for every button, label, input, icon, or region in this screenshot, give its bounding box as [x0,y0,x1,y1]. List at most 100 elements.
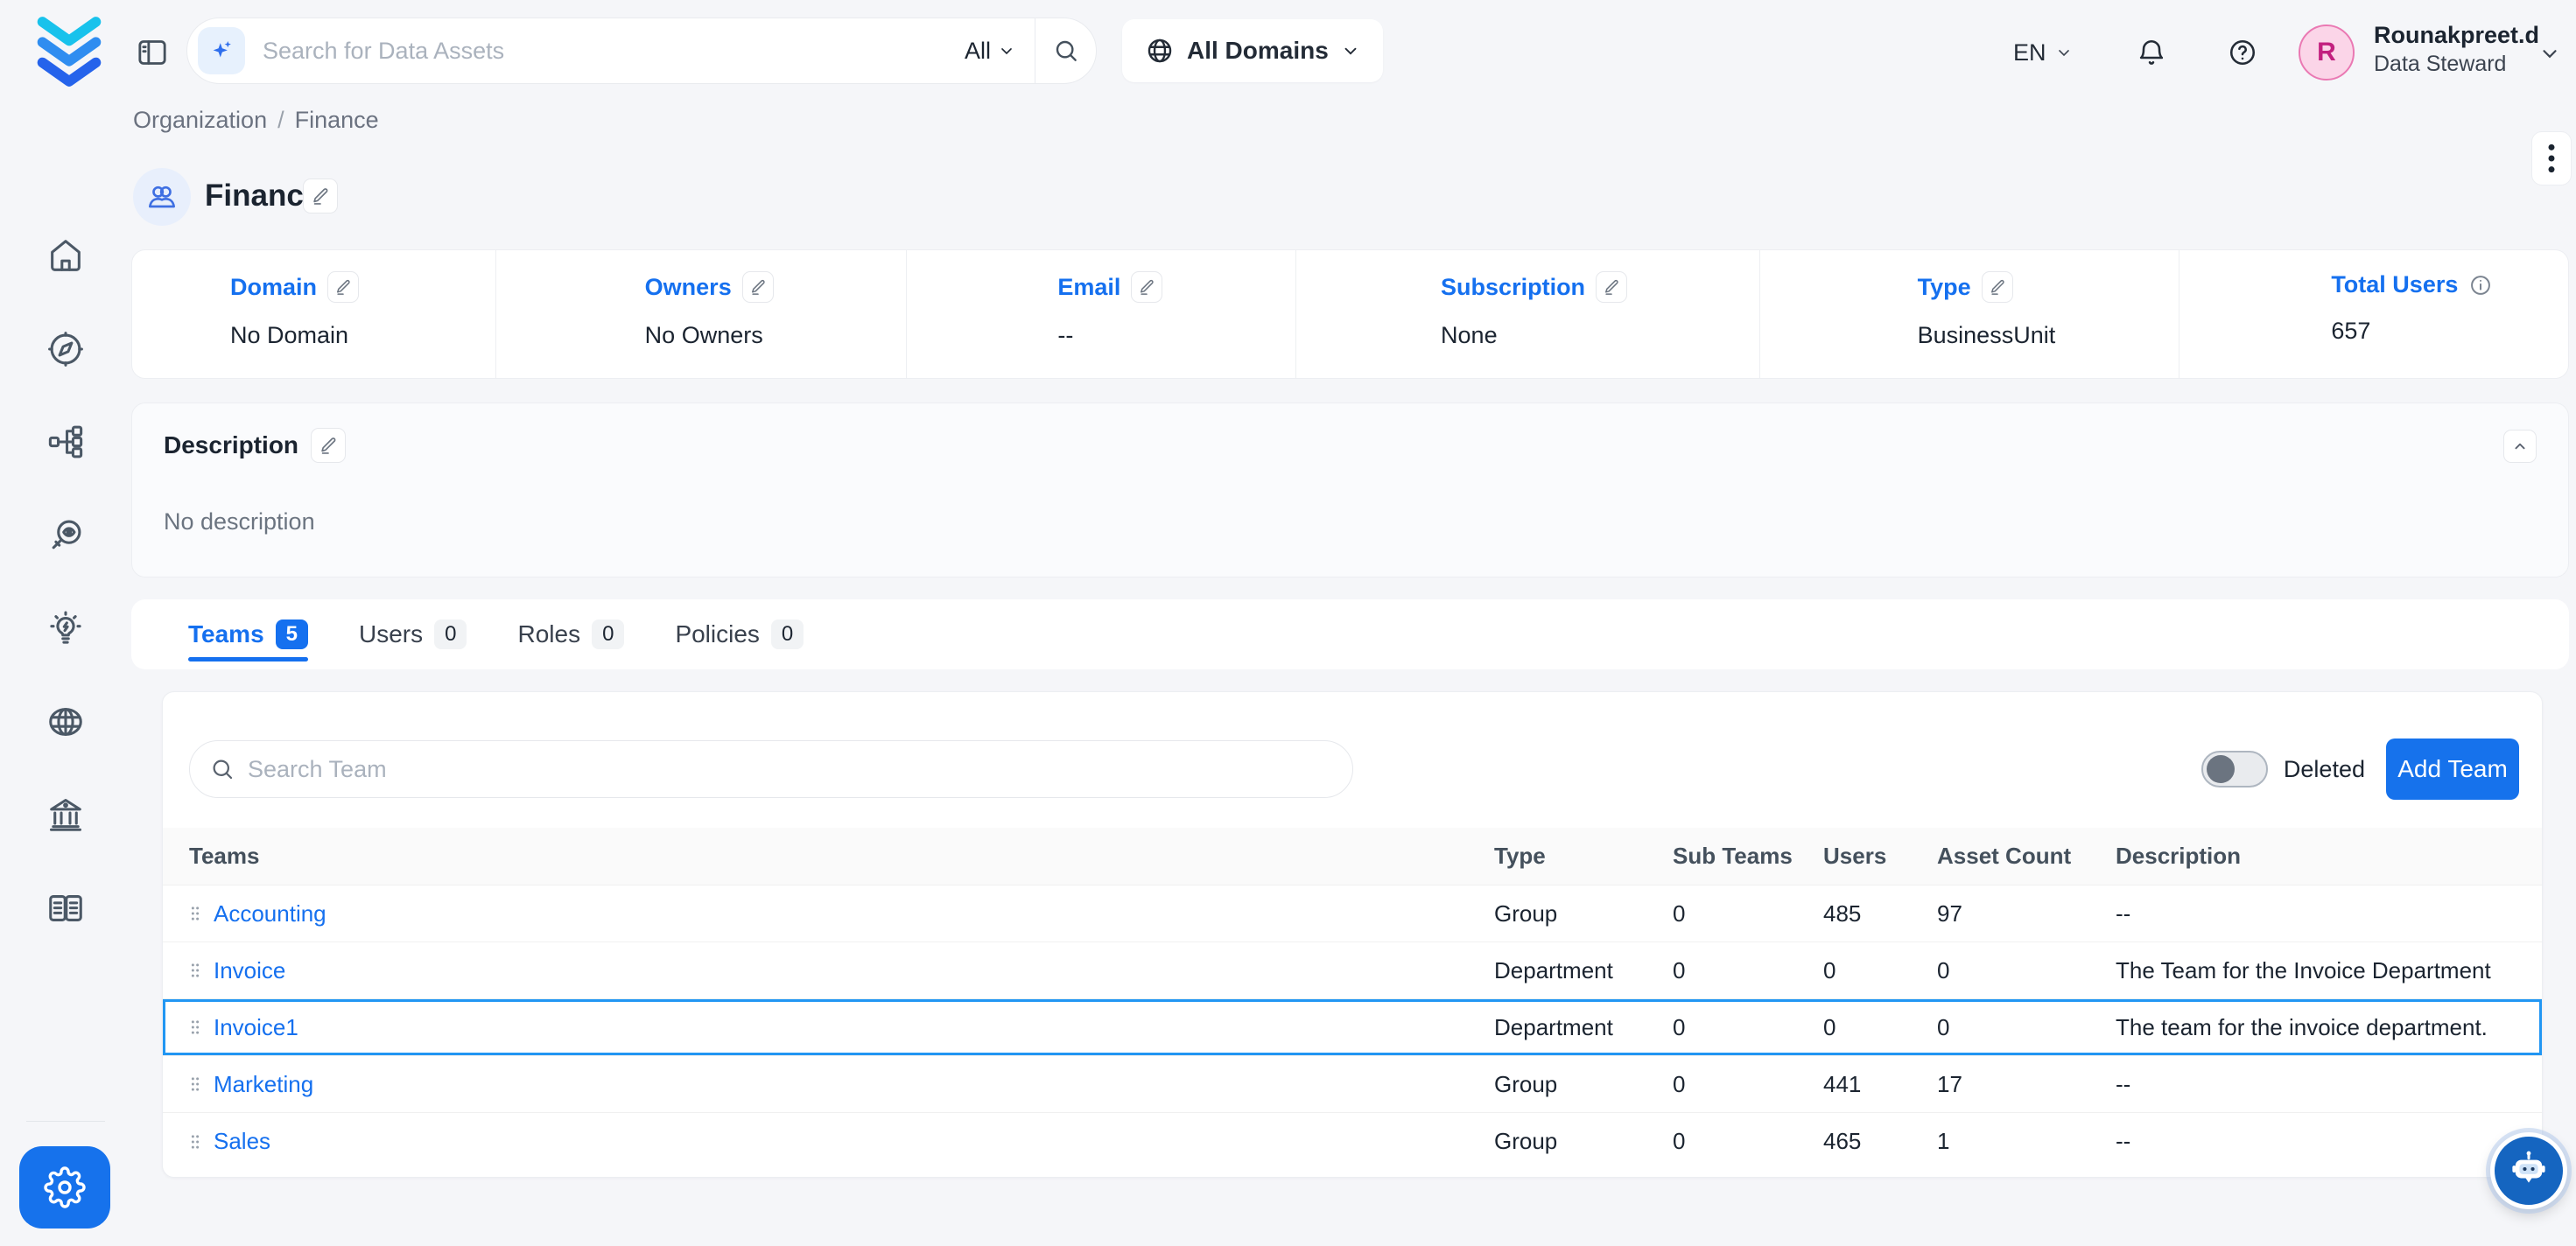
column-header-teams: Teams [163,843,1494,870]
tab-policies[interactable]: Policies 0 [675,599,804,669]
language-value: EN [2013,39,2046,66]
field-label: Email [1057,274,1120,301]
search-scope-dropdown[interactable]: All [965,38,1035,65]
deleted-toggle[interactable] [2201,751,2268,788]
sidebar-toggle-icon[interactable] [135,35,170,70]
cell-asset-count: 0 [1937,1014,2116,1041]
compass-icon [46,329,86,369]
tab-users[interactable]: Users 0 [359,599,467,669]
team-link-marketing[interactable]: Marketing [214,1071,313,1098]
home-icon [46,235,86,276]
table-row-accounting: AccountingGroup048597-- [163,886,2542,942]
field-value: No Domain [230,322,495,349]
drag-handle-icon[interactable] [189,904,201,923]
edit-description-button[interactable] [311,428,346,463]
edit-pencil-icon [749,278,767,296]
tab-teams[interactable]: Teams 5 [188,599,308,669]
user-menu-chevron[interactable] [2538,42,2561,65]
app-logo-icon[interactable] [32,10,107,93]
notifications-button[interactable] [2136,0,2167,105]
team-link-invoice1[interactable]: Invoice1 [214,1014,298,1041]
team-avatar [133,168,191,226]
field-value: -- [1057,322,1295,349]
edit-type-button[interactable] [1982,271,2013,303]
team-search-input[interactable] [248,756,1333,783]
cell-users: 0 [1823,957,1937,984]
breadcrumb-organization[interactable]: Organization [133,107,267,134]
language-selector[interactable]: EN [2013,0,2073,105]
column-header-description: Description [2116,843,2542,870]
sidebar-item-home[interactable] [43,233,88,278]
team-link-accounting[interactable]: Accounting [214,900,326,928]
globe-icon [1145,36,1175,66]
sidebar-item-data-flow[interactable] [43,419,88,465]
collapse-description-button[interactable] [2503,430,2537,463]
column-header-type: Type [1494,843,1673,870]
sidebar-item-explore[interactable] [43,326,88,372]
field-label: Total Users [2331,271,2458,298]
sidebar-item-insights[interactable] [43,606,88,651]
two-people-icon [144,179,179,214]
tab-count-badge: 0 [771,620,804,649]
edit-subscription-button[interactable] [1596,271,1627,303]
help-button[interactable] [2227,0,2258,105]
column-header-sub-teams: Sub Teams [1673,843,1823,870]
add-team-button[interactable]: Add Team [2386,738,2519,800]
cell-asset-count: 0 [1937,957,2116,984]
cell-users: 485 [1823,900,1937,928]
summary-field-email: Email -- [906,250,1295,378]
chevron-down-icon [1341,41,1360,60]
drag-handle-icon[interactable] [189,1074,201,1094]
cell-type: Group [1494,1071,1673,1098]
teams-panel: Deleted Add Team TeamsTypeSub TeamsUsers… [162,691,2543,1178]
team-link-sales[interactable]: Sales [214,1128,270,1155]
sidebar-item-glossary[interactable] [43,886,88,931]
summary-field-subscription: Subscription None [1295,250,1759,378]
cell-type: Group [1494,1128,1673,1155]
description-value: No description [164,508,2537,536]
cell-description: The Team for the Invoice Department [2116,957,2542,984]
manage-menu-button[interactable] [2531,131,2572,186]
search-submit-button[interactable] [1035,18,1096,83]
table-row-invoice1: Invoice1Department000The team for the in… [163,999,2542,1056]
sidebar-item-settings-active[interactable] [19,1146,110,1228]
search-input[interactable] [245,38,965,65]
info-circle-icon [2468,273,2493,298]
edit-owners-button[interactable] [742,271,774,303]
tab-label: Users [359,620,423,648]
cell-description: -- [2116,1128,2542,1155]
drag-handle-icon[interactable] [189,1018,201,1037]
cell-asset-count: 17 [1937,1071,2116,1098]
drag-handle-icon[interactable] [189,1132,201,1152]
tab-count-badge: 0 [434,620,467,649]
sidebar-item-govern[interactable] [43,792,88,837]
teams-controls: Deleted Add Team [189,738,2519,800]
tabs-bar: Teams 5 Users 0 Roles 0 Policies 0 [131,599,2569,669]
edit-domain-button[interactable] [327,271,359,303]
user-menu[interactable]: Rounakpreet.d Data Steward [2374,21,2539,78]
edit-email-button[interactable] [1131,271,1162,303]
user-avatar[interactable]: R [2299,24,2355,80]
team-link-invoice[interactable]: Invoice [214,957,285,984]
domains-selector[interactable]: All Domains [1122,19,1383,82]
sidebar-item-domains[interactable] [43,699,88,745]
cell-type: Department [1494,957,1673,984]
tab-count-badge: 5 [276,620,308,649]
field-label: Subscription [1441,274,1585,301]
avatar-initial: R [2317,38,2336,67]
edit-pencil-icon [334,278,352,296]
breadcrumb: Organization / Finance [133,107,379,134]
drag-handle-icon[interactable] [189,961,201,980]
user-name: Rounakpreet.d [2374,21,2539,51]
tab-roles[interactable]: Roles 0 [517,599,624,669]
edit-title-button[interactable] [303,178,338,214]
chat-bot-button[interactable] [2490,1132,2567,1209]
summary-field-domain: Domain No Domain [132,250,495,378]
cell-sub-teams: 0 [1673,1128,1823,1155]
summary-field-total-users: Total Users 657 [2179,250,2568,378]
chevron-down-icon [2538,42,2561,65]
sidebar-item-observability[interactable] [43,513,88,558]
table-row-invoice: InvoiceDepartment000The Team for the Inv… [163,942,2542,999]
ai-sparkle-icon[interactable] [198,27,245,74]
field-value: None [1441,322,1759,349]
